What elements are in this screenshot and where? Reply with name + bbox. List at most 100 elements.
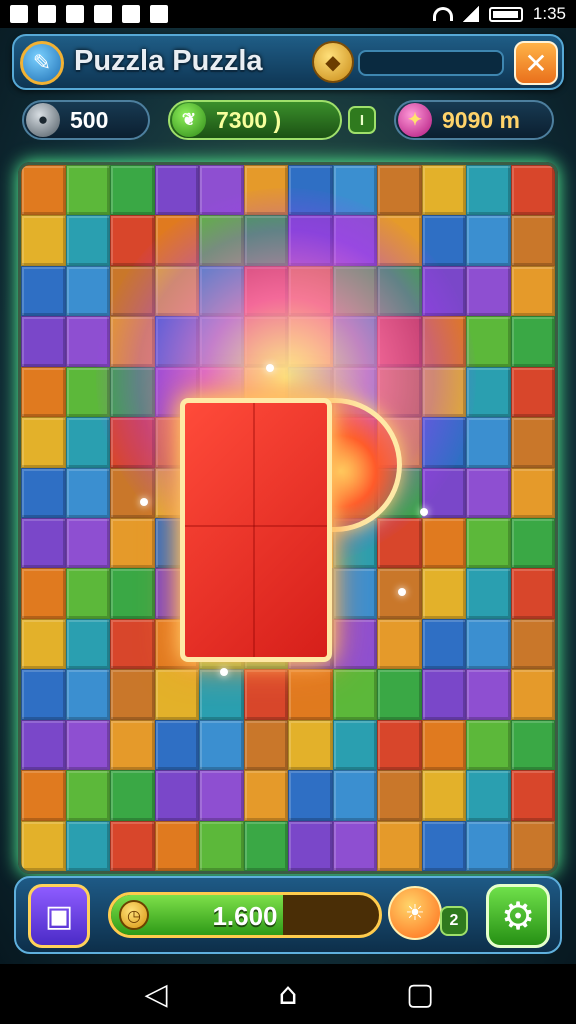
puzzle-tile[interactable] <box>243 820 288 871</box>
puzzle-tile[interactable] <box>199 265 244 317</box>
puzzle-tile[interactable] <box>421 366 466 418</box>
puzzle-tile[interactable] <box>510 517 555 569</box>
puzzle-tile[interactable] <box>377 770 422 821</box>
puzzle-tile[interactable] <box>21 820 66 871</box>
puzzle-tile[interactable] <box>199 215 244 266</box>
puzzle-tile[interactable] <box>65 265 110 317</box>
puzzle-tile[interactable] <box>110 366 155 418</box>
puzzle-tile[interactable] <box>466 669 511 720</box>
puzzle-tile[interactable] <box>332 820 377 871</box>
puzzle-tile[interactable] <box>288 820 333 871</box>
puzzle-tile[interactable] <box>332 316 377 367</box>
puzzle-tile[interactable] <box>288 719 333 771</box>
puzzle-tile[interactable] <box>154 215 199 266</box>
puzzle-tile[interactable] <box>510 820 555 871</box>
puzzle-tile[interactable] <box>154 669 199 720</box>
puzzle-tile[interactable] <box>154 719 199 771</box>
puzzle-tile[interactable] <box>421 669 466 720</box>
recents-button[interactable]: ▢ <box>400 977 440 1012</box>
puzzle-tile[interactable] <box>421 165 466 216</box>
puzzle-tile[interactable] <box>421 517 466 569</box>
puzzle-tile[interactable] <box>21 316 66 367</box>
puzzle-tile[interactable] <box>199 165 244 216</box>
puzzle-tile[interactable] <box>332 265 377 317</box>
puzzle-tile[interactable] <box>466 820 511 871</box>
puzzle-tile[interactable] <box>110 719 155 771</box>
puzzle-tile[interactable] <box>65 417 110 468</box>
puzzle-tile[interactable] <box>466 770 511 821</box>
puzzle-tile[interactable] <box>65 568 110 619</box>
puzzle-tile[interactable] <box>65 719 110 771</box>
puzzle-tile[interactable] <box>377 316 422 367</box>
puzzle-tile[interactable] <box>110 215 155 266</box>
puzzle-tile[interactable] <box>377 719 422 771</box>
puzzle-tile[interactable] <box>110 165 155 216</box>
puzzle-tile[interactable] <box>154 820 199 871</box>
settings-button[interactable]: ⚙ <box>486 884 550 948</box>
puzzle-tile[interactable] <box>110 417 155 468</box>
puzzle-tile[interactable] <box>466 215 511 266</box>
puzzle-tile[interactable] <box>288 165 333 216</box>
puzzle-tile[interactable] <box>110 316 155 367</box>
puzzle-tile[interactable] <box>332 618 377 670</box>
puzzle-tile[interactable] <box>466 719 511 771</box>
puzzle-tile[interactable] <box>21 770 66 821</box>
puzzle-tile[interactable] <box>154 165 199 216</box>
puzzle-tile[interactable] <box>421 568 466 619</box>
puzzle-tile[interactable] <box>421 770 466 821</box>
puzzle-tile[interactable] <box>510 265 555 317</box>
close-button[interactable]: ✕ <box>514 41 558 85</box>
puzzle-tile[interactable] <box>421 417 466 468</box>
puzzle-tile[interactable] <box>288 316 333 367</box>
puzzle-tile[interactable] <box>510 366 555 418</box>
puzzle-tile[interactable] <box>466 165 511 216</box>
puzzle-tile[interactable] <box>110 618 155 670</box>
puzzle-tile[interactable] <box>65 820 110 871</box>
puzzle-tile[interactable] <box>199 316 244 367</box>
puzzle-tile[interactable] <box>288 215 333 266</box>
puzzle-tile[interactable] <box>65 165 110 216</box>
puzzle-tile[interactable] <box>510 215 555 266</box>
puzzle-tile[interactable] <box>21 265 66 317</box>
box-button[interactable]: ▣ <box>28 884 90 948</box>
puzzle-tile[interactable] <box>243 719 288 771</box>
puzzle-tile[interactable] <box>65 467 110 518</box>
puzzle-tile[interactable] <box>332 770 377 821</box>
sun-icon[interactable]: ☀ <box>388 886 442 940</box>
puzzle-tile[interactable] <box>199 719 244 771</box>
puzzle-tile[interactable] <box>421 265 466 317</box>
puzzle-tile[interactable] <box>466 366 511 418</box>
puzzle-tile[interactable] <box>466 467 511 518</box>
puzzle-tile[interactable] <box>21 669 66 720</box>
puzzle-tile[interactable] <box>510 467 555 518</box>
puzzle-tile[interactable] <box>65 669 110 720</box>
puzzle-tile[interactable] <box>288 669 333 720</box>
home-button[interactable]: ⌂ <box>268 977 308 1012</box>
puzzle-tile[interactable] <box>243 265 288 317</box>
puzzle-tile[interactable] <box>466 517 511 569</box>
puzzle-tile[interactable] <box>65 215 110 266</box>
puzzle-tile[interactable] <box>377 215 422 266</box>
puzzle-tile[interactable] <box>199 770 244 821</box>
puzzle-tile[interactable] <box>510 618 555 670</box>
puzzle-tile[interactable] <box>377 517 422 569</box>
puzzle-tile[interactable] <box>421 316 466 367</box>
puzzle-tile[interactable] <box>21 467 66 518</box>
puzzle-tile[interactable] <box>21 618 66 670</box>
puzzle-tile[interactable] <box>288 265 333 317</box>
back-button[interactable]: ◁ <box>136 977 176 1012</box>
puzzle-tile[interactable] <box>65 618 110 670</box>
puzzle-tile[interactable] <box>466 568 511 619</box>
puzzle-tile[interactable] <box>110 265 155 317</box>
selected-puzzle-piece[interactable] <box>180 398 332 662</box>
puzzle-tile[interactable] <box>377 820 422 871</box>
puzzle-tile[interactable] <box>110 669 155 720</box>
puzzle-tile[interactable] <box>510 165 555 216</box>
puzzle-tile[interactable] <box>65 770 110 821</box>
puzzle-tile[interactable] <box>288 770 333 821</box>
puzzle-tile[interactable] <box>243 669 288 720</box>
puzzle-tile[interactable] <box>421 820 466 871</box>
puzzle-tile[interactable] <box>154 316 199 367</box>
puzzle-tile[interactable] <box>510 719 555 771</box>
puzzle-tile[interactable] <box>377 165 422 216</box>
